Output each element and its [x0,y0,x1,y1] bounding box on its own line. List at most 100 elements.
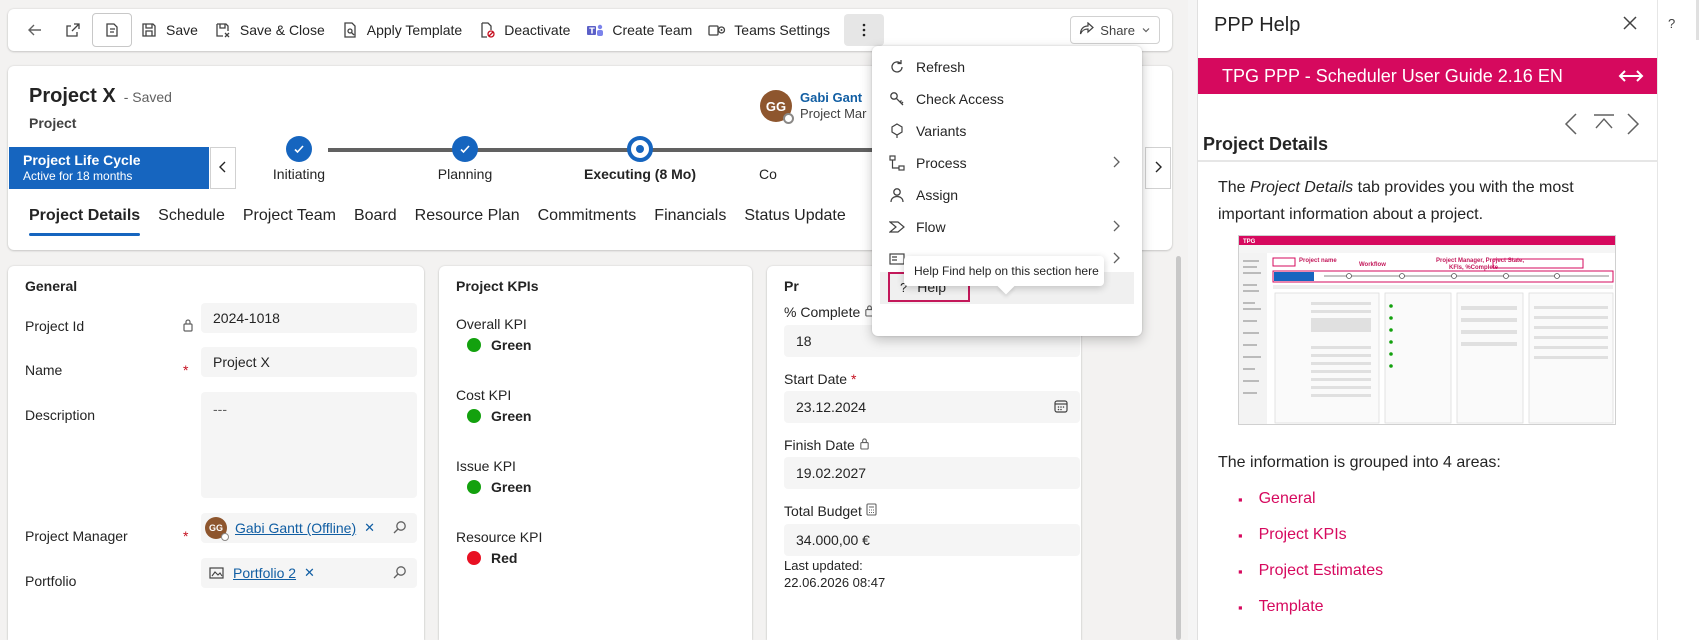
start-date-label-text: Start Date [784,371,848,387]
tab-schedule[interactable]: Schedule [149,196,234,236]
tab-financials[interactable]: Financials [645,196,735,236]
project-manager-link[interactable]: Gabi Gantt (Offline) [235,520,356,536]
project-manager-lookup[interactable]: GG Gabi Gantt (Offline) ✕ [201,513,417,543]
issue-kpi-value: Green [467,479,531,495]
page-title: Project X [29,85,116,107]
portfolio-link[interactable]: Portfolio 2 [233,565,296,581]
stage-planning[interactable]: Planning [380,136,550,182]
start-date-label: Start Date * [784,371,856,387]
tab-status-update[interactable]: Status Update [735,196,854,236]
form-scrollbar[interactable] [1176,256,1181,640]
menu-item-label: Variants [916,123,967,139]
open-new-window-button[interactable] [54,14,92,46]
resource-kpi-label: Resource KPI [456,529,543,545]
stage-executing[interactable]: Executing (8 Mo) [555,136,725,182]
calendar-icon[interactable] [1054,399,1068,416]
section-title: Pr [784,278,799,294]
help-screenshot-thumbnail[interactable]: TPG Project name Workflow Project Manage… [1238,235,1616,425]
help-guide-banner[interactable]: TPG PPP - Scheduler User Guide 2.16 EN [1198,58,1658,94]
menu-item-check-access[interactable]: Check Access [880,83,1134,115]
close-icon[interactable] [1623,16,1637,33]
guide-title: TPG PPP - Scheduler User Guide 2.16 EN [1222,65,1563,86]
remove-icon[interactable]: ✕ [364,520,375,536]
deactivate-button[interactable]: Deactivate [470,14,578,46]
finish-date-label: Finish Date [784,437,870,453]
help-link-project-estimates[interactable]: Project Estimates [1238,562,1383,598]
help-link-template[interactable]: Template [1238,598,1383,634]
teams-settings-button[interactable]: Teams Settings [700,14,838,46]
search-icon[interactable] [393,565,407,582]
portfolio-lookup[interactable]: Portfolio 2 ✕ [201,558,417,588]
form-editor-button[interactable] [92,13,132,47]
help-link-general[interactable]: General [1238,490,1383,526]
menu-item-variants[interactable]: Variants [880,115,1134,147]
open-in-new-icon [64,21,82,39]
check-icon [286,136,312,162]
save-close-button[interactable]: Save & Close [206,14,333,46]
section-title: General [25,278,78,294]
tab-project-team[interactable]: Project Team [234,196,345,236]
owner-name[interactable]: Gabi Gant [800,90,866,106]
back-to-top-icon[interactable] [1593,114,1615,133]
menu-item-refresh[interactable]: Refresh [880,51,1134,83]
menu-item-assign[interactable]: Assign [880,179,1134,211]
chevron-right-icon [1112,251,1120,267]
start-date-field[interactable]: 23.12.2024 [784,391,1080,423]
status-dot-icon [467,551,481,565]
para-text: The [1218,179,1251,196]
process-stage-flyout[interactable]: Project Life Cycle Active for 18 months [9,147,209,189]
description-field[interactable]: --- [201,392,417,498]
tab-project-details[interactable]: Project Details [29,196,149,236]
tab-board[interactable]: Board [345,196,406,236]
help-tooltip: Help Find help on this section here [904,256,1104,286]
remove-icon[interactable]: ✕ [304,565,315,581]
apply-template-button[interactable]: Apply Template [333,14,470,46]
total-budget-value: 34.000,00 € [796,532,870,548]
process-name: Project Life Cycle [23,152,141,168]
avatar: GG [205,517,229,541]
teams-icon: T [586,21,604,39]
project-id-label: Project Id [25,318,85,334]
help-link-project-kpis[interactable]: Project KPIs [1238,526,1383,562]
header-owner[interactable]: GG Gabi Gant Project Mar [760,90,866,124]
search-icon[interactable] [393,520,407,537]
help-icon[interactable]: ? [1668,16,1675,31]
share-button[interactable]: Share [1070,16,1160,44]
edit-form-icon [103,21,121,39]
help-pane-title: PPP Help [1214,14,1301,36]
expand-horizontal-icon[interactable] [1618,64,1644,93]
menu-item-process[interactable]: Process [880,147,1134,179]
stage-label: Planning [437,166,493,182]
form-tabs: Project Details Schedule Project Team Bo… [29,196,855,236]
tab-commitments[interactable]: Commitments [529,196,646,236]
stage-next[interactable]: Co [738,136,798,182]
chevron-left-icon[interactable] [1564,112,1578,139]
chevron-down-icon [1141,23,1151,38]
entity-type: Project [29,115,77,131]
chevron-right-icon [1112,155,1120,171]
stage-label: Executing (8 Mo) [583,166,696,182]
chevron-right-icon[interactable] [1626,112,1640,139]
back-arrow-icon [26,21,44,39]
back-button[interactable] [16,14,54,46]
more-commands-button[interactable] [844,14,884,46]
project-id-field[interactable]: 2024-1018 [201,303,417,333]
kpi-value-text: Green [491,408,532,424]
process-next-button[interactable] [1145,147,1171,189]
check-icon [452,136,478,162]
finish-date-field[interactable]: 19.02.2027 [784,457,1080,489]
save-button[interactable]: Save [132,14,206,46]
tab-resource-plan[interactable]: Resource Plan [406,196,529,236]
menu-item-flow[interactable]: Flow [880,211,1134,243]
total-budget-field[interactable]: 34.000,00 € [784,524,1080,556]
flow-icon [888,218,906,236]
create-team-button[interactable]: T Create Team [578,14,700,46]
kpi-value-text: Red [491,550,518,566]
help-areas-list: General Project KPIs Project Estimates T… [1238,490,1383,634]
stage-initiating[interactable]: Initiating [214,136,384,182]
divider [1198,160,1658,162]
total-budget-label-text: Total Budget [784,503,862,519]
name-field[interactable]: Project X [201,347,417,377]
share-icon [1079,21,1095,39]
apply-template-label: Apply Template [366,22,463,38]
